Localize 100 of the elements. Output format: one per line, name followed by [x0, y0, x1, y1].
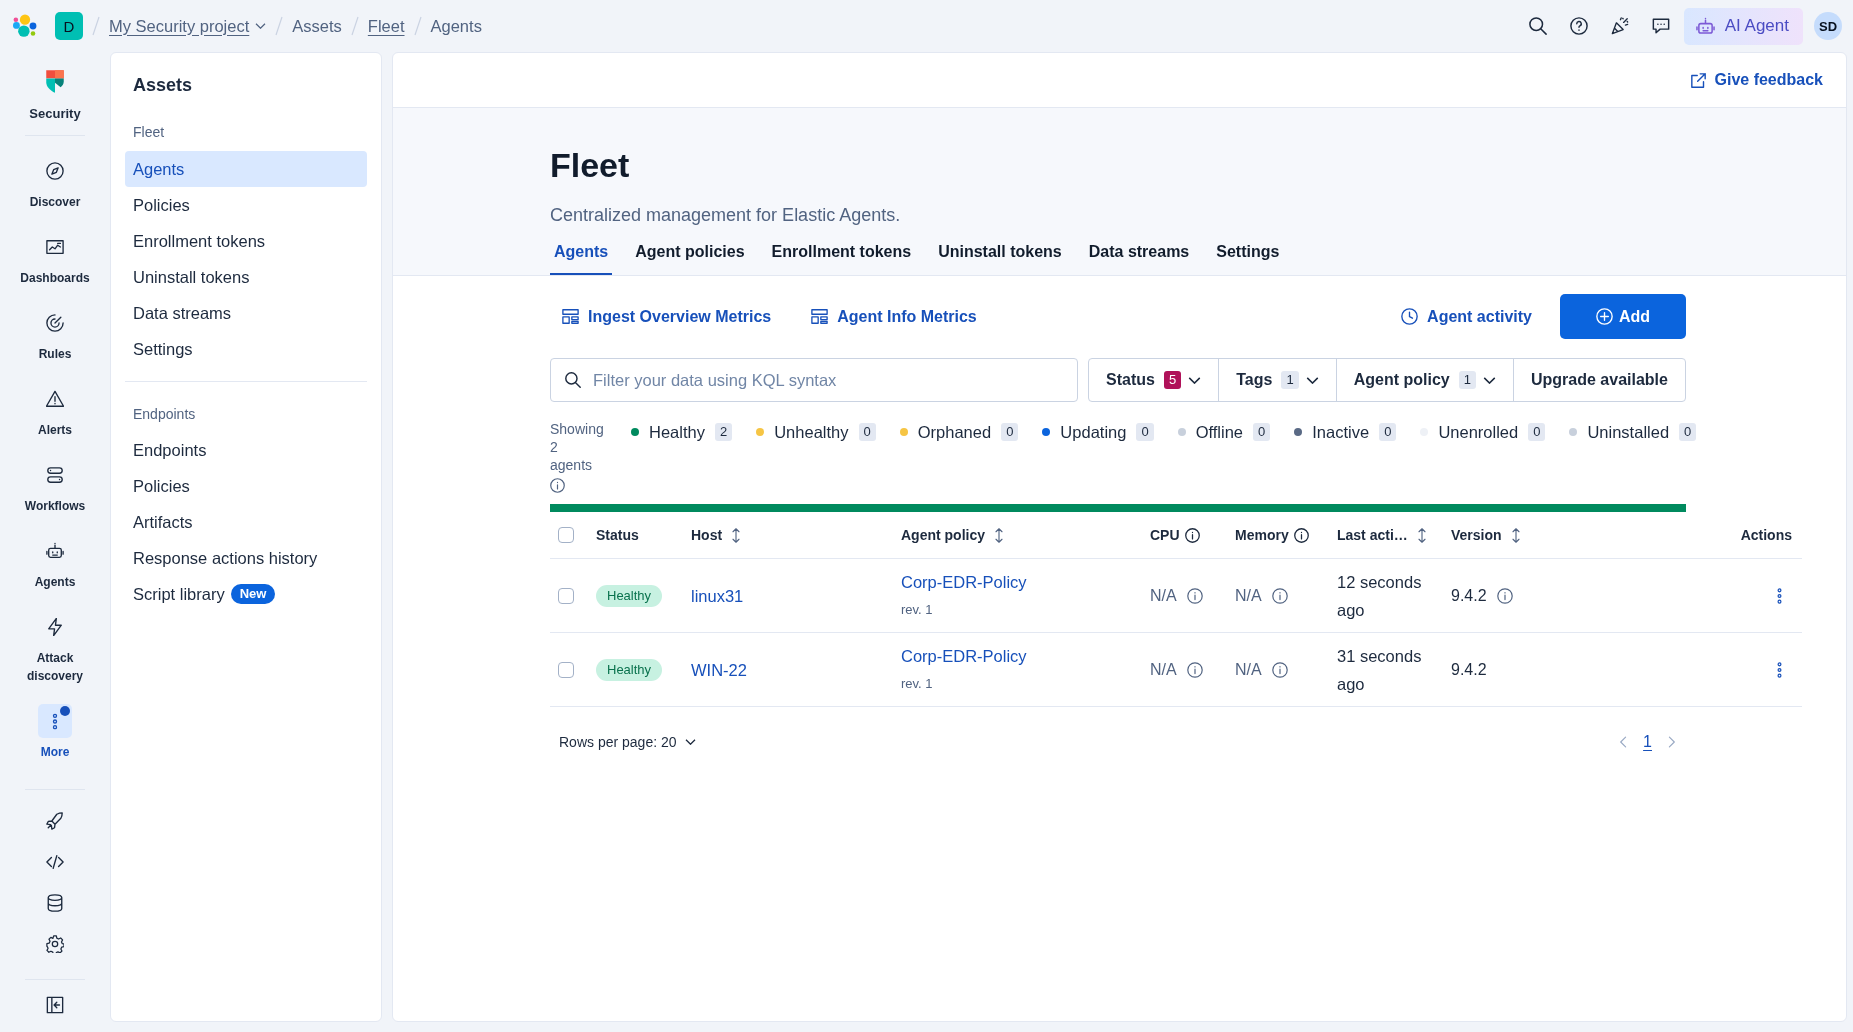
tab[interactable]: Enrollment tokens [767, 242, 916, 275]
page-number[interactable]: 1 [1643, 733, 1652, 751]
kebab-menu-icon[interactable] [1777, 587, 1782, 604]
add-button[interactable]: Add [1560, 294, 1686, 339]
ai-agent-button[interactable]: AI Agent [1683, 7, 1803, 45]
column-header[interactable]: Memory [1235, 527, 1309, 543]
sort-icon[interactable] [995, 527, 1003, 543]
code-icon[interactable] [46, 853, 64, 871]
dashboard-layout-icon [811, 308, 829, 325]
database-icon[interactable] [46, 894, 64, 912]
breadcrumb-link[interactable]: My Security project [109, 16, 267, 36]
sidebar-item[interactable]: Artifacts [125, 504, 367, 540]
breadcrumb-text: Assets [292, 16, 342, 36]
info-icon[interactable] [550, 478, 565, 493]
filter-dropdown[interactable]: Agent policy 1 [1335, 359, 1513, 401]
breadcrumb-link[interactable]: Fleet [367, 16, 405, 36]
settings-icon[interactable] [46, 935, 64, 953]
sidebar-group-label: Endpoints [132, 405, 197, 424]
info-icon[interactable] [1293, 527, 1309, 543]
select-all-checkbox[interactable] [558, 527, 574, 543]
chevron-down-icon [684, 739, 696, 745]
metrics-link[interactable]: Agent Info Metrics [799, 296, 989, 337]
status-label: Healthy [649, 422, 705, 442]
sidebar-item[interactable]: Uninstall tokens [125, 259, 367, 295]
agent-activity-link[interactable]: Agent activity [1389, 296, 1544, 337]
search-icon[interactable] [1528, 17, 1547, 35]
project-avatar[interactable]: D [55, 12, 83, 40]
showing-count: Showing 2 agents [550, 420, 605, 474]
sidebar-item[interactable]: Script library New [125, 576, 367, 612]
nav-item[interactable]: Discover [12, 154, 98, 211]
column-header[interactable]: CPU [1150, 527, 1200, 543]
sidebar-item[interactable]: Data streams [125, 295, 367, 331]
breadcrumb-text: Agents [430, 16, 482, 36]
nav-item[interactable]: Dashboards [12, 230, 98, 287]
sidebar-item[interactable]: Agents [125, 151, 367, 187]
tab[interactable]: Agents [550, 242, 613, 275]
column-header[interactable]: Last acti… [1337, 527, 1426, 543]
rocket-icon[interactable] [46, 812, 64, 830]
sidebar-item[interactable]: Settings [125, 331, 367, 367]
dashboard-layout-icon [562, 308, 579, 325]
sidebar-item[interactable]: Policies [125, 187, 367, 223]
host-link[interactable]: WIN-22 [691, 655, 747, 684]
cpu-value: N/A [1150, 586, 1177, 605]
row-checkbox[interactable] [558, 661, 574, 678]
cluster-logo-icon[interactable] [13, 14, 37, 38]
status-label: Updating [1060, 422, 1127, 442]
page-description: Centralized management for Elastic Agents. [550, 204, 902, 227]
warning-icon [46, 390, 64, 408]
collapse-panel-icon[interactable] [46, 996, 64, 1014]
chevron-down-icon[interactable] [255, 23, 267, 29]
info-icon[interactable] [1184, 527, 1200, 543]
upgrade-available-filter[interactable]: Upgrade available [1512, 359, 1685, 401]
sort-icon[interactable] [1511, 527, 1520, 543]
sidebar-item[interactable]: Policies [125, 468, 367, 504]
policy-link[interactable]: Corp-EDR-Policy [901, 567, 1027, 596]
filter-dropdown[interactable]: Tags 1 [1218, 359, 1336, 401]
search-field[interactable]: Filter your data using KQL syntax [550, 358, 1078, 402]
column-header[interactable]: Version [1451, 527, 1520, 543]
tab[interactable]: Agent policies [631, 242, 749, 275]
column-header[interactable]: Agent policy [901, 527, 1003, 543]
party-popper-icon[interactable] [1610, 17, 1629, 35]
clock-icon [1401, 308, 1419, 325]
metrics-link[interactable]: Ingest Overview Metrics [550, 296, 784, 337]
sidebar-item[interactable]: Enrollment tokens [125, 223, 367, 259]
give-feedback-link[interactable]: Give feedback [1690, 71, 1823, 89]
nav-item[interactable]: Attack discovery [12, 610, 98, 685]
sidebar-item[interactable]: Endpoints [125, 432, 367, 468]
tab[interactable]: Uninstall tokens [934, 242, 1066, 275]
nav-item[interactable]: More [12, 704, 98, 761]
help-icon[interactable] [1569, 17, 1588, 35]
tab[interactable]: Settings [1212, 242, 1284, 275]
nav-item[interactable]: Workflows [12, 458, 98, 515]
cpu-value: N/A [1150, 660, 1177, 679]
memory-value: N/A [1235, 660, 1262, 679]
status-label: Orphaned [917, 422, 992, 442]
nav-item[interactable]: Agents [12, 534, 98, 591]
user-avatar[interactable]: SD [1814, 12, 1842, 40]
tab[interactable]: Data streams [1084, 242, 1194, 275]
rows-per-page-dropdown[interactable]: Rows per page: 20 [559, 734, 696, 750]
host-link[interactable]: linux31 [691, 581, 744, 610]
kebab-menu-icon[interactable] [1777, 661, 1782, 678]
filter-dropdown[interactable]: Status 5 [1089, 359, 1219, 401]
chevron-down-icon [1305, 376, 1319, 384]
nav-item[interactable]: Rules [12, 306, 98, 363]
sort-icon[interactable] [732, 527, 741, 543]
nav-item[interactable]: Alerts [12, 382, 98, 439]
slash-separator-icon [92, 16, 100, 36]
nav-item[interactable]: Security [12, 69, 98, 123]
policy-revision: rev. 1 [901, 674, 933, 693]
chat-icon[interactable] [1651, 17, 1670, 35]
status-count: 2 [714, 423, 733, 441]
chevron-down-icon [1188, 376, 1202, 384]
status-count: 0 [1253, 423, 1271, 441]
sidebar-item[interactable]: Response actions history [125, 540, 367, 576]
row-checkbox[interactable] [558, 587, 574, 604]
policy-link[interactable]: Corp-EDR-Policy [901, 641, 1027, 670]
slash-separator-icon [275, 16, 284, 36]
status-label: Unhealthy [774, 422, 849, 442]
column-header[interactable]: Host [691, 527, 741, 543]
sort-icon[interactable] [1417, 527, 1426, 543]
